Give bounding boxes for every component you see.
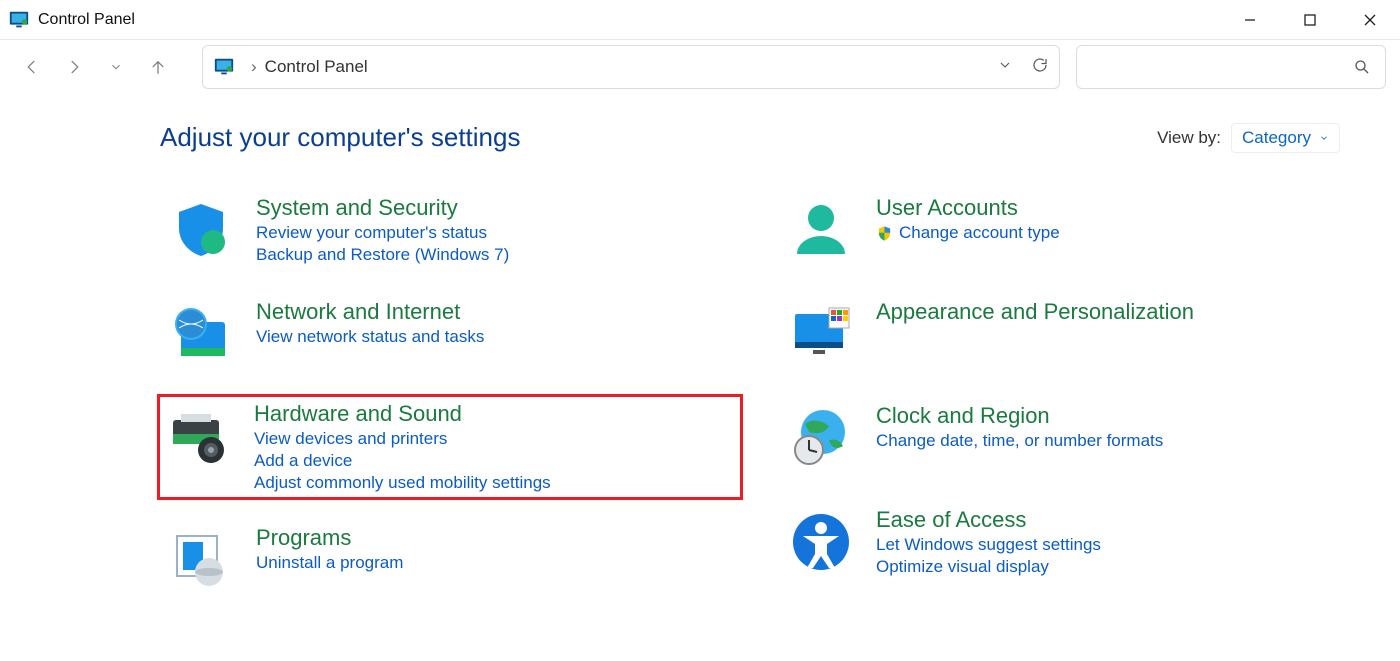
globe-clock-icon (786, 403, 856, 473)
back-button[interactable] (14, 49, 50, 85)
category-clock-region[interactable]: Clock and Region Change date, time, or n… (780, 397, 1360, 479)
chevron-right-icon: › (251, 57, 257, 77)
maximize-button[interactable] (1280, 0, 1340, 39)
category-link[interactable]: Add a device (254, 451, 551, 471)
category-programs[interactable]: Programs Uninstall a program (160, 519, 740, 601)
monitor-palette-icon (786, 299, 856, 369)
recent-locations-button[interactable] (98, 49, 134, 85)
search-input[interactable] (1076, 45, 1386, 89)
category-link[interactable]: Let Windows suggest settings (876, 535, 1101, 555)
category-column-right: User Accounts Change account type (780, 189, 1360, 623)
page-title: Adjust your computer's settings (160, 122, 520, 153)
programs-icon (166, 525, 236, 595)
category-link[interactable]: Uninstall a program (256, 553, 403, 573)
category-user-accounts[interactable]: User Accounts Change account type (780, 189, 1360, 271)
category-link[interactable]: Review your computer's status (256, 223, 509, 243)
shield-icon (166, 195, 236, 265)
forward-button[interactable] (56, 49, 92, 85)
view-by-label: View by: (1157, 128, 1221, 148)
category-link[interactable]: Change date, time, or number formats (876, 431, 1163, 451)
category-title[interactable]: Hardware and Sound (254, 401, 551, 427)
uac-shield-icon (876, 225, 893, 242)
breadcrumb[interactable]: Control Panel (265, 57, 368, 77)
accessibility-icon (786, 507, 856, 577)
category-link[interactable]: Optimize visual display (876, 557, 1101, 577)
view-by-control: View by: Category (1157, 123, 1340, 153)
chevron-down-icon (1319, 133, 1329, 143)
category-title[interactable]: User Accounts (876, 195, 1060, 221)
category-link[interactable]: Backup and Restore (Windows 7) (256, 245, 509, 265)
category-system-security[interactable]: System and Security Review your computer… (160, 189, 740, 271)
content-area: Adjust your computer's settings View by:… (0, 94, 1400, 623)
globe-monitor-icon (166, 299, 236, 369)
refresh-button[interactable] (1031, 56, 1049, 79)
category-network-internet[interactable]: Network and Internet View network status… (160, 293, 740, 375)
category-column-left: System and Security Review your computer… (160, 189, 740, 623)
category-appearance[interactable]: Appearance and Personalization (780, 293, 1360, 375)
category-link[interactable]: View devices and printers (254, 429, 551, 449)
control-panel-icon (213, 56, 235, 78)
category-link[interactable]: Adjust commonly used mobility settings (254, 473, 551, 493)
control-panel-icon (8, 9, 30, 31)
printer-camera-icon (164, 401, 234, 471)
category-title[interactable]: System and Security (256, 195, 509, 221)
up-button[interactable] (140, 49, 176, 85)
category-ease-of-access[interactable]: Ease of Access Let Windows suggest setti… (780, 501, 1360, 583)
user-icon (786, 195, 856, 265)
category-link[interactable]: View network status and tasks (256, 327, 484, 347)
category-link[interactable]: Change account type (876, 223, 1060, 243)
title-bar: Control Panel (0, 0, 1400, 40)
address-history-button[interactable] (997, 57, 1013, 78)
address-bar[interactable]: › Control Panel (202, 45, 1060, 89)
navigation-bar: › Control Panel (0, 40, 1400, 94)
view-by-dropdown[interactable]: Category (1231, 123, 1340, 153)
category-title[interactable]: Network and Internet (256, 299, 484, 325)
minimize-button[interactable] (1220, 0, 1280, 39)
category-title[interactable]: Ease of Access (876, 507, 1101, 533)
category-title[interactable]: Clock and Region (876, 403, 1163, 429)
search-icon (1353, 58, 1371, 76)
category-title[interactable]: Programs (256, 525, 403, 551)
category-hardware-sound[interactable]: Hardware and Sound View devices and prin… (160, 397, 740, 497)
category-title[interactable]: Appearance and Personalization (876, 299, 1194, 325)
close-button[interactable] (1340, 0, 1400, 39)
window-title: Control Panel (38, 11, 135, 29)
